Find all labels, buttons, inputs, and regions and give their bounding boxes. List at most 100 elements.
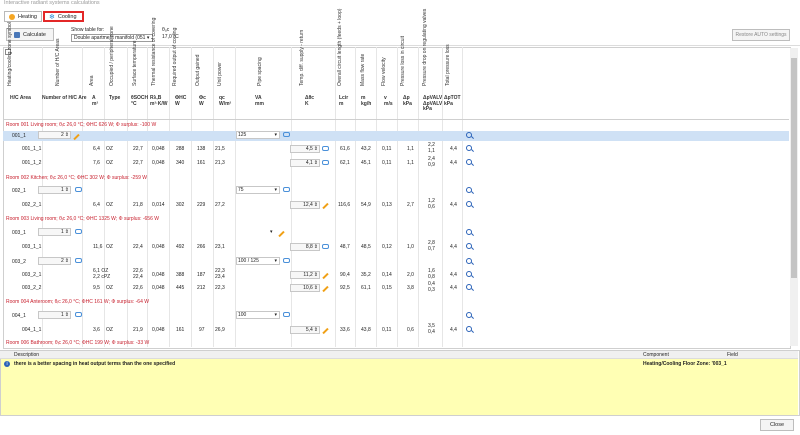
- cell-type: OZ: [106, 160, 113, 166]
- temp-diff-stepper[interactable]: 4,1 ⇕: [290, 159, 320, 167]
- cell-length: 62,1: [340, 160, 350, 166]
- cell-unit: 21,5: [215, 146, 225, 152]
- row-name: 002_2_1: [22, 202, 42, 208]
- cell-required: 388: [176, 272, 185, 278]
- search-icon[interactable]: [466, 201, 472, 207]
- cell-valve: 2,4 0,9: [428, 156, 435, 168]
- tab-cooling-label: Cooling: [57, 13, 77, 20]
- pipe-spacing-select[interactable]: 100 / 125 ▾: [236, 257, 280, 265]
- cell-type: OZ: [106, 202, 113, 208]
- row-name: 004_1_1: [22, 327, 42, 333]
- link-icon[interactable]: [322, 146, 329, 151]
- cell-velocity: 0,11: [382, 146, 392, 152]
- search-icon[interactable]: [466, 312, 472, 318]
- cell-output: 266: [197, 244, 206, 250]
- group-name: 002_1: [12, 188, 26, 194]
- tab-heating[interactable]: Heating: [4, 11, 42, 22]
- cell-unit: 26,9: [215, 327, 225, 333]
- col-header-mass-flow: Mass flow rate: [360, 53, 366, 86]
- col-header-circuit-length: Overall circuit length (feeds + loop): [337, 8, 343, 86]
- link-icon[interactable]: [322, 160, 329, 165]
- temp-diff-stepper[interactable]: 11,2 ⇕: [290, 271, 320, 279]
- cell-total: 4,4: [450, 244, 457, 250]
- scrollbar-thumb[interactable]: [791, 58, 797, 278]
- link-icon[interactable]: [283, 258, 290, 263]
- pipe-spacing-select[interactable]: 100 ▾: [236, 311, 280, 319]
- group-name: 003_2: [12, 259, 26, 265]
- search-icon[interactable]: [466, 243, 472, 249]
- areas-count-stepper[interactable]: 1 ⇕: [38, 186, 71, 194]
- link-icon[interactable]: [283, 187, 290, 192]
- cell-temp: 22,7: [133, 146, 143, 152]
- cell-length: 116,6: [338, 202, 351, 208]
- link-icon[interactable]: [283, 312, 290, 317]
- restore-auto-button[interactable]: Restore AUTO settings: [732, 29, 790, 41]
- cell-temp: 22,7: [133, 160, 143, 166]
- cell-resistance: 0,048: [152, 244, 165, 250]
- col-header-required-output: Required output of cooling: [172, 27, 178, 86]
- link-icon[interactable]: [322, 244, 329, 249]
- search-icon[interactable]: [466, 132, 472, 138]
- link-icon[interactable]: [75, 229, 82, 234]
- cell-required: 492: [176, 244, 185, 250]
- cell-velocity: 0,11: [382, 327, 392, 333]
- search-icon[interactable]: [466, 284, 472, 290]
- cell-valve: 1,6 0,8: [428, 268, 435, 280]
- chevron-down-icon: ▾: [274, 132, 277, 138]
- col-header-zone-type: Occupied / peripheral zone: [109, 26, 115, 86]
- link-icon[interactable]: [75, 187, 82, 192]
- stepper-arrows-icon: ⇕: [64, 132, 69, 138]
- search-icon[interactable]: [466, 187, 472, 193]
- temp-diff-stepper[interactable]: 5,4 ⇕: [290, 326, 320, 334]
- cell-total: 4,4: [450, 160, 457, 166]
- search-icon[interactable]: [466, 229, 472, 235]
- cell-unit: 23,1: [215, 244, 225, 250]
- search-icon[interactable]: [466, 326, 472, 332]
- search-icon[interactable]: [466, 271, 472, 277]
- cell-temp: 21,8: [133, 202, 143, 208]
- room-header: Room 004 Anteroom; θᵢc 26,0 °C; ΦHC 161 …: [6, 299, 149, 305]
- pipe-spacing-select[interactable]: 125 ▾: [236, 131, 280, 139]
- cell-length: 61,6: [340, 146, 350, 152]
- link-icon[interactable]: [283, 132, 290, 137]
- cell-mass-flow: 54,9: [361, 202, 371, 208]
- room-header: Room 003 Living room; θᵢc 26,0 °C; ΦHC 1…: [6, 216, 159, 222]
- selected-row-highlight: [3, 131, 789, 141]
- search-icon[interactable]: [466, 159, 472, 165]
- row-name: 003_1_1: [22, 244, 42, 250]
- temp-diff-stepper[interactable]: 4,5 ⇕: [290, 145, 320, 153]
- areas-count-stepper[interactable]: 1 ⇕: [38, 311, 71, 319]
- link-icon[interactable]: [75, 312, 82, 317]
- areas-count-stepper[interactable]: 1 ⇕: [38, 228, 71, 236]
- sym-surface-temp: θSOCH °C: [131, 95, 149, 107]
- col-header-unit-power: Unit power: [217, 62, 223, 86]
- cell-pressure: 0,6: [407, 327, 414, 333]
- chevron-down-icon: ▾: [274, 312, 277, 318]
- areas-count-stepper[interactable]: 2 ⇕: [38, 131, 71, 139]
- cell-unit: 27,2: [215, 202, 225, 208]
- cell-mass-flow: 61,1: [361, 285, 371, 291]
- sym-pressure-loss: Δp kPa: [403, 95, 412, 107]
- link-icon[interactable]: [75, 258, 82, 263]
- cell-valve: 0,4 0,3: [428, 281, 435, 293]
- temp-diff-stepper[interactable]: 12,4 ⇕: [290, 201, 320, 209]
- group-name: 004_1: [12, 313, 26, 319]
- message-row[interactable]: [1, 359, 798, 415]
- cell-required: 445: [176, 285, 185, 291]
- chevron-down-icon[interactable]: ▾: [270, 229, 273, 235]
- cell-area: 11,6: [93, 244, 103, 250]
- sym-circuit-length: Lcir m: [339, 95, 349, 107]
- tab-cooling[interactable]: ❄ Cooling: [43, 11, 84, 22]
- search-icon[interactable]: [466, 145, 472, 151]
- cell-unit: 22,3 23,4: [215, 268, 225, 280]
- vertical-scrollbar[interactable]: [790, 48, 798, 346]
- temp-diff-stepper[interactable]: 10,6 ⇕: [290, 284, 320, 292]
- close-button[interactable]: Close: [760, 419, 794, 431]
- cell-pressure: 2,7: [407, 202, 414, 208]
- temp-diff-stepper[interactable]: 8,8 ⇕: [290, 243, 320, 251]
- pipe-spacing-select[interactable]: 75 ▾: [236, 186, 280, 194]
- col-component: Component: [643, 352, 669, 358]
- col-header-area: Area: [89, 75, 95, 86]
- search-icon[interactable]: [466, 258, 472, 264]
- areas-count-stepper[interactable]: 2 ⇕: [38, 257, 71, 265]
